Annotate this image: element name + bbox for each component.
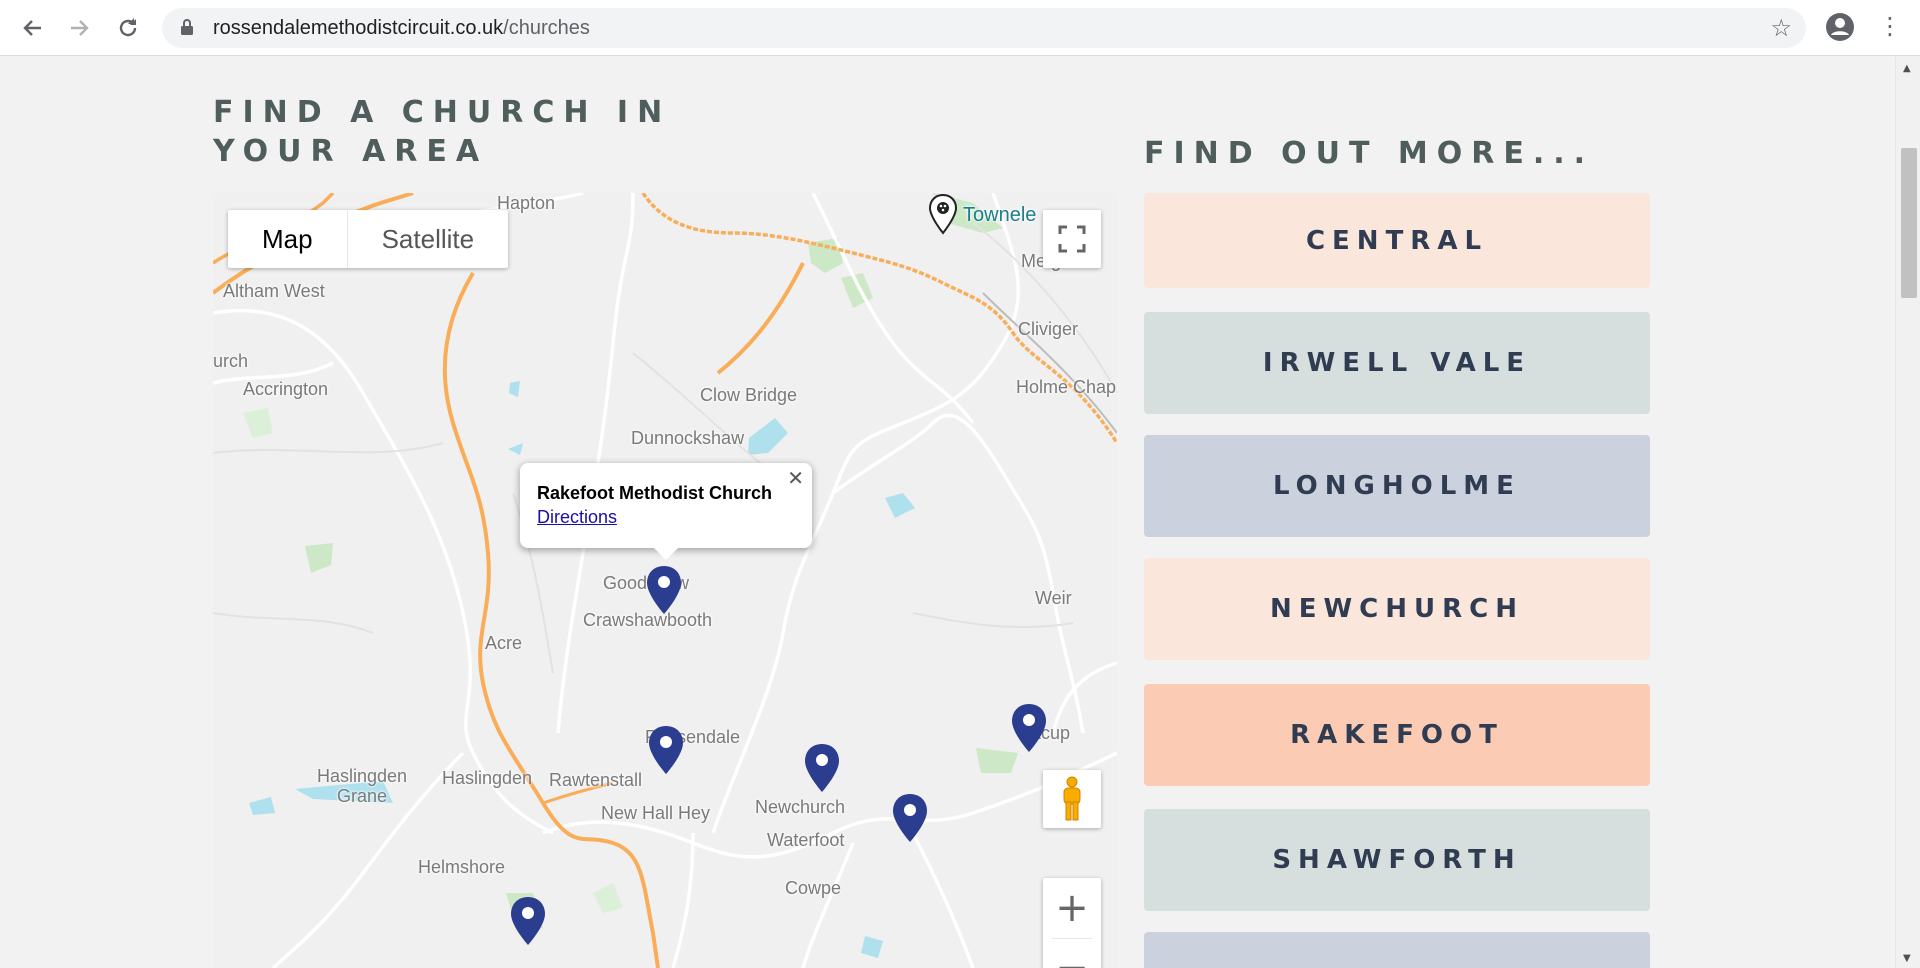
map-info-window: Rakefoot Methodist Church Directions ✕ [520,463,812,560]
map-type-control: Map Satellite [228,210,509,268]
place-label: Holme Chap [1016,377,1117,397]
church-marker-pin[interactable] [647,725,685,775]
area-button-partial[interactable] [1144,932,1650,968]
find-out-more-heading: FIND OUT MORE... [1144,136,1595,171]
area-button-rakefoot[interactable]: RAKEFOOT [1144,684,1650,786]
area-button-newchurch[interactable]: NEWCHURCH [1144,558,1650,660]
fullscreen-icon [1058,225,1086,253]
pegman-icon [1063,776,1081,821]
place-label: Cowpe [785,878,842,898]
close-icon[interactable]: ✕ [787,466,804,490]
area-button-shawforth[interactable]: SHAWFORTH [1144,809,1650,911]
church-marker-pin[interactable] [509,896,547,946]
place-label: Acre [485,633,523,653]
area-button-longholme[interactable]: LONGHOLME [1144,435,1650,537]
scroll-down-icon[interactable]: ▼ [1903,953,1911,964]
zoom-in-button[interactable]: + [1043,878,1101,938]
place-label: urch [213,351,249,371]
scroll-up-icon[interactable]: ▲ [1903,63,1911,74]
place-label: New Hall Hey [601,803,711,823]
area-button-irwell-vale[interactable]: IRWELL VALE [1144,312,1650,414]
info-window-title: Rakefoot Methodist Church [537,483,773,503]
area-button-central[interactable]: CENTRAL [1144,193,1650,288]
forward-arrow-icon[interactable] [62,10,98,46]
church-marker-pin[interactable] [645,565,683,615]
place-label: Altham West [223,281,325,301]
back-arrow-icon[interactable] [14,10,50,46]
address-bar[interactable]: rossendalemethodistcircuit.co.uk/churche… [162,8,1806,48]
profile-icon[interactable] [1824,11,1856,43]
street-view-pegman-button[interactable] [1043,770,1101,828]
church-map[interactable]: Hapton Altham West urch Accrington Clow … [213,193,1117,968]
place-label: Weir [1035,588,1072,608]
place-label: Accrington [243,379,329,399]
map-type-satellite-button[interactable]: Satellite [348,210,509,268]
place-label: Helmshore [418,857,506,877]
url-text: rossendalemethodistcircuit.co.uk/churche… [213,17,590,39]
lock-icon [181,19,193,35]
place-label: Waterfoot [767,830,845,850]
map-type-map-button[interactable]: Map [228,210,348,268]
museum-poi-icon[interactable] [927,193,959,237]
scrollbar-thumb[interactable] [1901,148,1917,298]
menu-dots-icon[interactable]: ⋮ [1878,12,1902,42]
directions-link[interactable]: Directions [537,507,617,528]
zoom-out-button[interactable]: − [1043,938,1101,968]
place-label: Rawtenstall [549,770,643,790]
star-icon[interactable]: ☆ [1770,14,1792,42]
church-marker-pin[interactable] [803,743,841,793]
church-marker-pin[interactable] [1010,703,1048,753]
find-church-heading: FIND A CHURCH IN YOUR AREA [213,95,672,169]
zoom-control: + − [1043,878,1101,968]
reload-icon[interactable] [110,10,146,46]
place-label: Cliviger [1018,319,1079,339]
place-label: Haslingden Grane [317,766,408,806]
place-label: Newchurch [755,797,846,817]
page-scrollbar[interactable]: ▲ ▼ [1895,57,1920,968]
church-marker-pin[interactable] [891,793,929,843]
place-label: Haslingden [442,768,533,788]
place-label-poi[interactable]: Townele [963,204,1036,227]
place-label: Clow Bridge [700,385,798,405]
place-label: Dunnockshaw [631,428,745,448]
browser-toolbar: rossendalemethodistcircuit.co.uk/churche… [0,0,1920,56]
fullscreen-button[interactable] [1043,210,1101,268]
